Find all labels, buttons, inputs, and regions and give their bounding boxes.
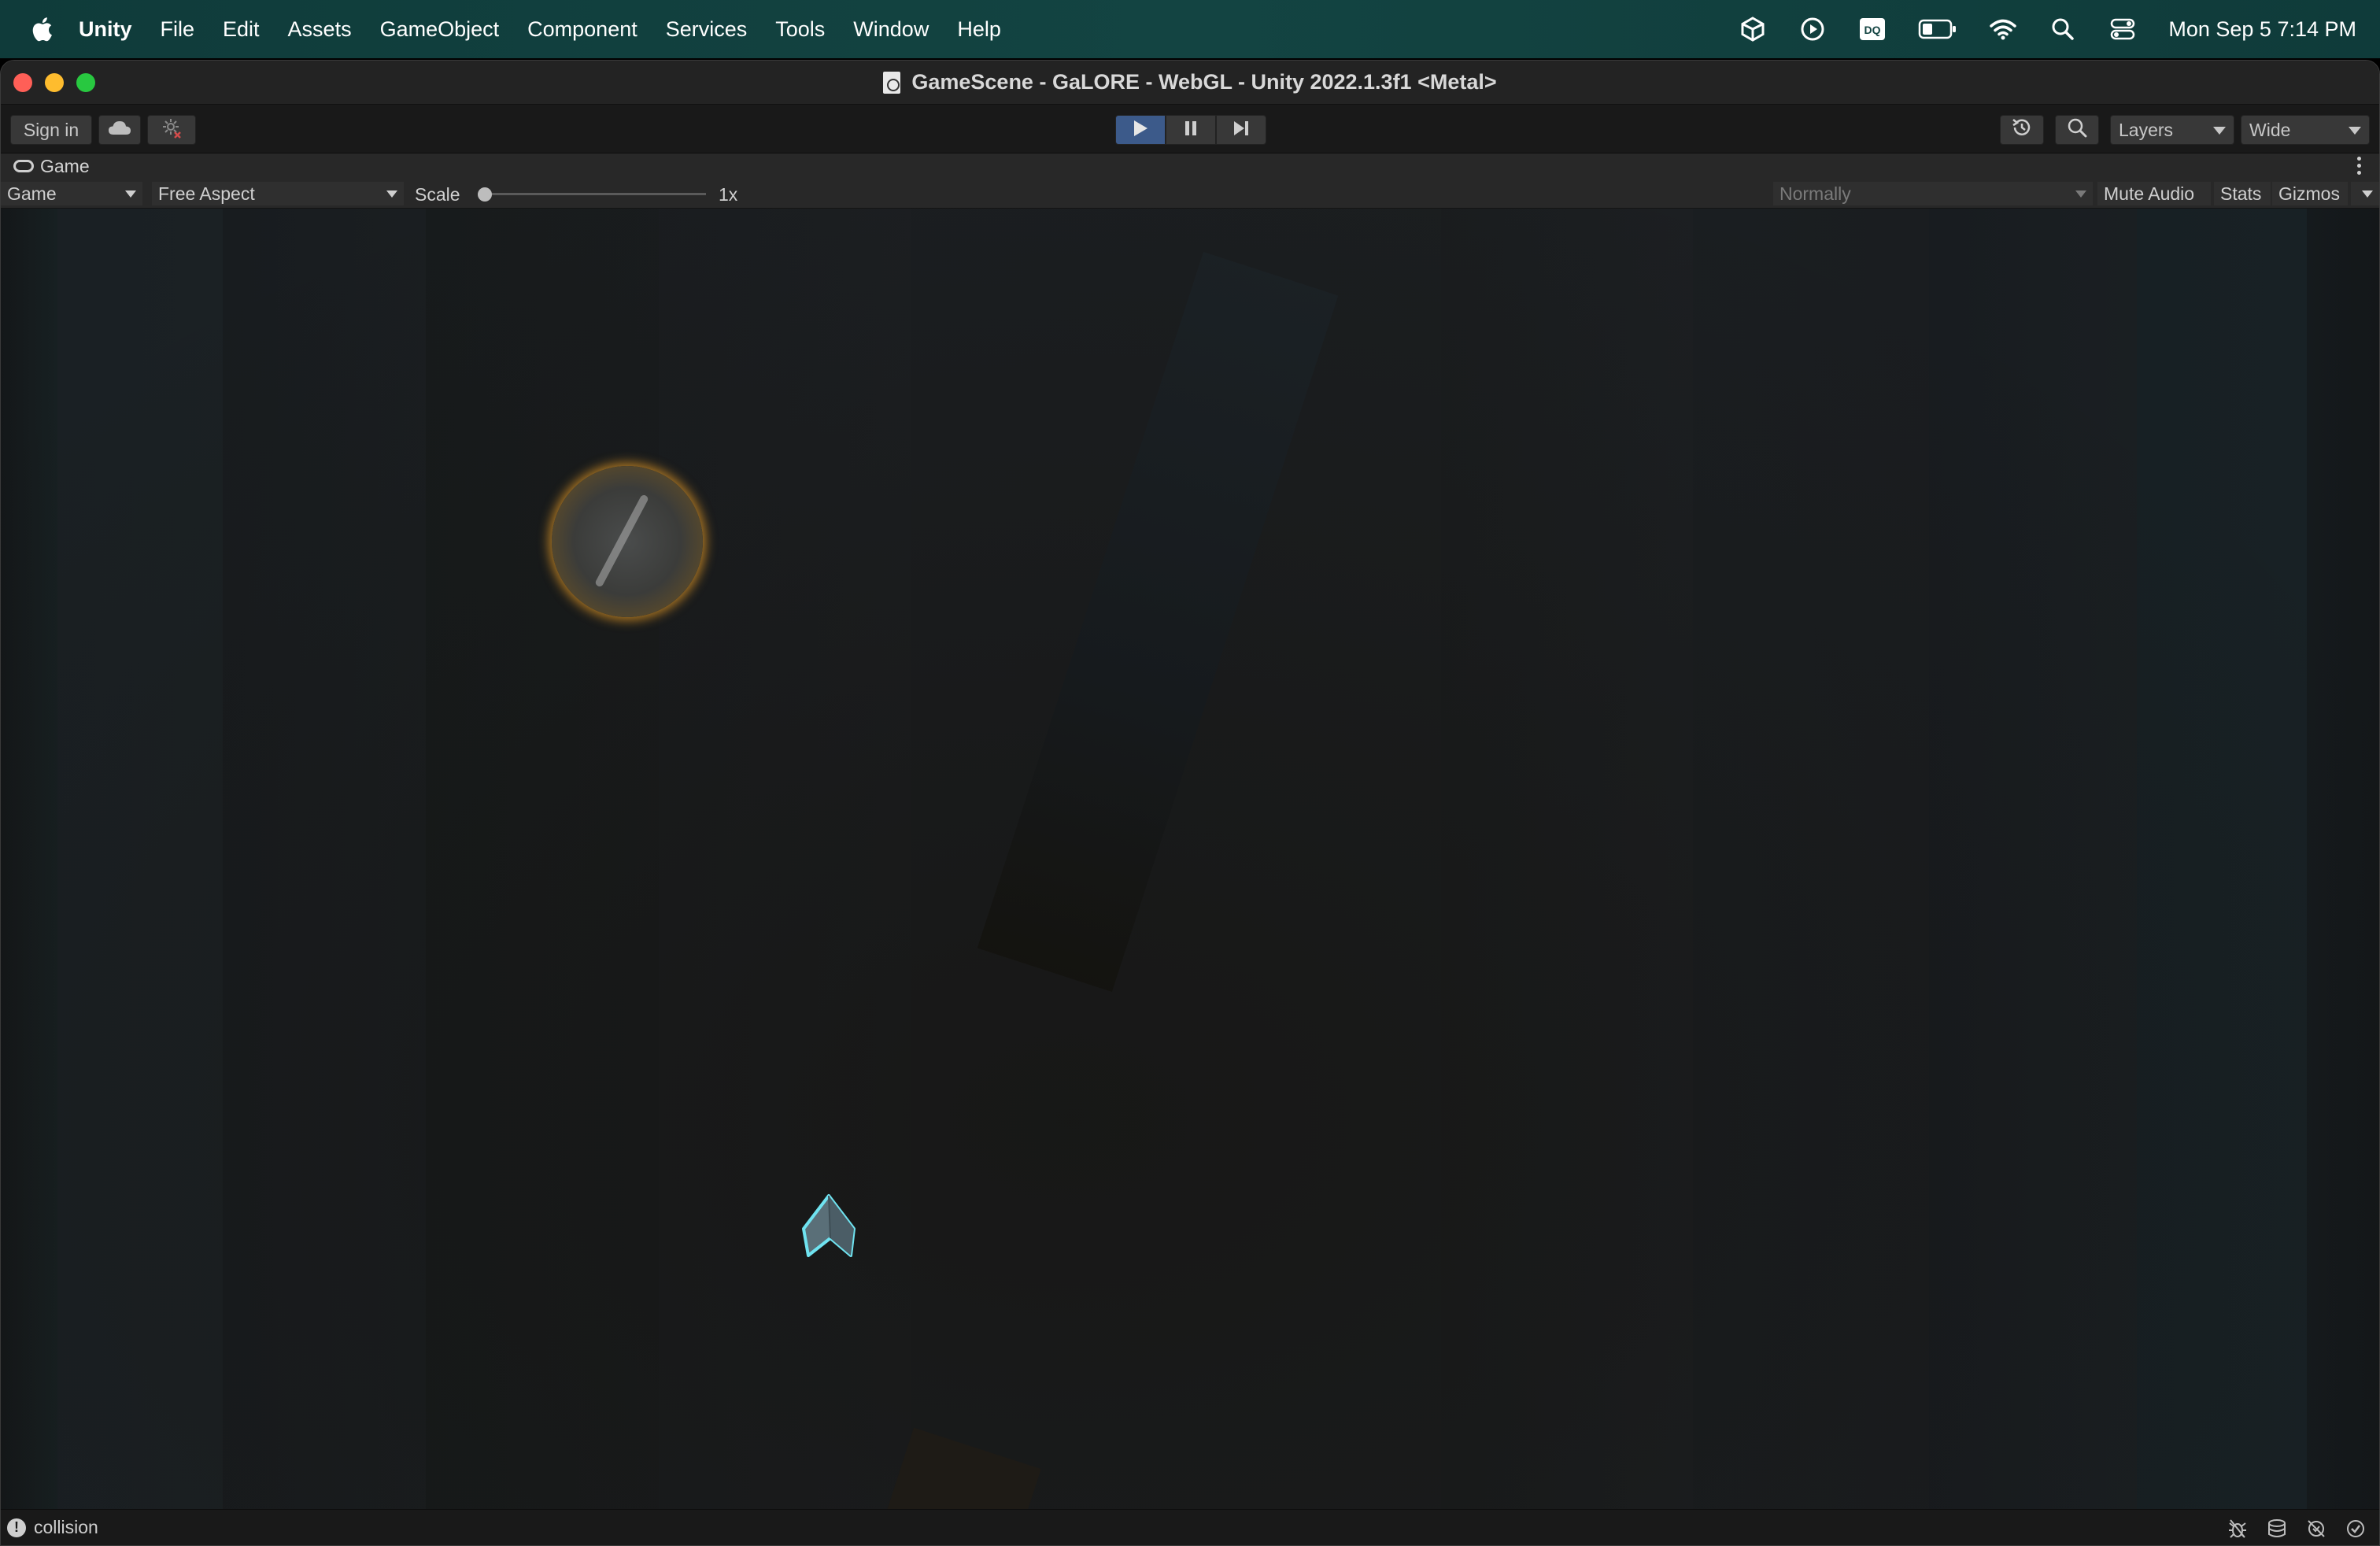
wifi-icon[interactable] bbox=[1989, 15, 2017, 43]
menu-edit[interactable]: Edit bbox=[223, 17, 260, 42]
playmode-controls bbox=[1115, 115, 1266, 145]
scene-document-icon bbox=[883, 71, 901, 94]
display-dropdown-label: Game bbox=[7, 183, 57, 204]
chevron-down-icon bbox=[2075, 190, 2086, 198]
menu-services[interactable]: Services bbox=[666, 17, 748, 42]
minimize-window-button[interactable] bbox=[45, 73, 64, 92]
window-title-group: GameScene - GaLORE - WebGL - Unity 2022.… bbox=[883, 70, 1497, 94]
search-icon[interactable] bbox=[2049, 15, 2077, 43]
player-ship bbox=[802, 1194, 856, 1257]
step-button[interactable] bbox=[1216, 115, 1266, 145]
scale-value: 1x bbox=[719, 184, 738, 205]
chevron-down-icon bbox=[386, 190, 397, 198]
progress-check-icon[interactable] bbox=[2345, 1518, 2367, 1540]
status-bar: ! collision bbox=[1, 1509, 2379, 1545]
cloud-button[interactable] bbox=[98, 115, 141, 145]
zoom-window-button[interactable] bbox=[76, 73, 95, 92]
menubar-status-area: DQ Mon Sep 5 7:14 PM bbox=[1739, 0, 2356, 58]
scale-slider-track[interactable] bbox=[478, 193, 706, 195]
collab-icon bbox=[161, 117, 183, 143]
aspect-dropdown[interactable]: Free Aspect bbox=[152, 182, 404, 205]
scale-label: Scale bbox=[415, 184, 460, 205]
layers-dropdown-label: Layers bbox=[2119, 119, 2174, 140]
chevron-down-icon bbox=[2349, 127, 2361, 135]
chevron-down-icon bbox=[125, 190, 136, 198]
pause-button[interactable] bbox=[1166, 115, 1216, 145]
layers-dropdown[interactable]: Layers bbox=[2110, 115, 2234, 145]
window-title: GameScene - GaLORE - WebGL - Unity 2022.… bbox=[911, 70, 1497, 94]
menu-assets[interactable]: Assets bbox=[288, 17, 352, 42]
window-titlebar: GameScene - GaLORE - WebGL - Unity 2022.… bbox=[1, 61, 2379, 105]
dq-icon[interactable]: DQ bbox=[1858, 15, 1887, 43]
unity-editor-window: GameScene - GaLORE - WebGL - Unity 2022.… bbox=[0, 60, 2380, 1546]
menu-gameobject[interactable]: GameObject bbox=[380, 17, 500, 42]
unity-hub-icon[interactable] bbox=[1739, 15, 1767, 43]
game-view-controls: Game Free Aspect Scale 1x Normally Mute … bbox=[1, 179, 2379, 209]
scale-slider-handle[interactable] bbox=[478, 187, 492, 202]
play-icon bbox=[1132, 119, 1149, 142]
collab-button[interactable] bbox=[147, 115, 196, 145]
aspect-dropdown-label: Free Aspect bbox=[158, 183, 255, 204]
traffic-lights bbox=[13, 73, 95, 92]
more-options-icon[interactable] bbox=[2357, 157, 2362, 175]
chevron-down-icon bbox=[2213, 127, 2226, 135]
play-button[interactable] bbox=[1115, 115, 1166, 145]
tab-game[interactable]: Game bbox=[13, 156, 90, 177]
play-mode-dropdown-label: Normally bbox=[1779, 183, 1851, 204]
dq-icon-label: DQ bbox=[1864, 24, 1881, 36]
close-window-button[interactable] bbox=[13, 73, 32, 92]
search-button[interactable] bbox=[2055, 115, 2099, 145]
display-dropdown[interactable]: Game bbox=[1, 182, 142, 205]
menu-unity[interactable]: Unity bbox=[79, 17, 132, 42]
game-tab-header: Game bbox=[1, 153, 2379, 179]
apple-menu-icon[interactable] bbox=[22, 16, 61, 43]
main-toolbar: Sign in Layers Wide bbox=[1, 105, 2379, 153]
layout-dropdown[interactable]: Wide bbox=[2241, 115, 2370, 145]
search-icon bbox=[2067, 117, 2087, 142]
chevron-down-icon bbox=[2362, 190, 2373, 198]
menu-help[interactable]: Help bbox=[957, 17, 1001, 42]
debug-mode-icon[interactable] bbox=[2227, 1518, 2249, 1540]
menubar-clock[interactable]: Mon Sep 5 7:14 PM bbox=[2168, 17, 2356, 42]
gamepad-icon bbox=[13, 160, 34, 172]
control-center-icon[interactable] bbox=[2108, 15, 2137, 43]
glowing-orb bbox=[552, 466, 703, 617]
battery-icon[interactable] bbox=[1918, 15, 1957, 43]
gizmos-dropdown[interactable] bbox=[2351, 182, 2379, 205]
cache-server-icon[interactable] bbox=[2266, 1518, 2288, 1540]
mute-audio-toggle[interactable]: Mute Audio bbox=[2097, 182, 2211, 205]
step-icon bbox=[1232, 120, 1251, 141]
status-bar-icons bbox=[2227, 1518, 2367, 1540]
menu-tools[interactable]: Tools bbox=[775, 17, 825, 42]
tab-game-label: Game bbox=[40, 155, 90, 176]
play-circle-icon[interactable] bbox=[1798, 15, 1827, 43]
layout-dropdown-label: Wide bbox=[2249, 119, 2291, 140]
console-last-message[interactable]: collision bbox=[34, 1517, 98, 1538]
sign-in-button[interactable]: Sign in bbox=[10, 115, 92, 145]
history-icon bbox=[2011, 117, 2033, 143]
menu-file[interactable]: File bbox=[161, 17, 195, 42]
undo-history-button[interactable] bbox=[2000, 115, 2044, 145]
play-mode-dropdown[interactable]: Normally bbox=[1773, 182, 2093, 205]
game-viewport[interactable] bbox=[1, 209, 2379, 1509]
menu-window[interactable]: Window bbox=[853, 17, 929, 42]
console-info-icon: ! bbox=[7, 1518, 26, 1537]
gizmos-toggle[interactable]: Gizmos bbox=[2272, 182, 2348, 205]
menu-component[interactable]: Component bbox=[527, 17, 638, 42]
auto-generate-lighting-icon[interactable] bbox=[2305, 1518, 2327, 1540]
macos-menubar: Unity File Edit Assets GameObject Compon… bbox=[0, 0, 2380, 58]
pause-icon bbox=[1183, 120, 1199, 141]
stats-toggle[interactable]: Stats bbox=[2214, 182, 2271, 205]
cloud-icon bbox=[108, 120, 131, 141]
